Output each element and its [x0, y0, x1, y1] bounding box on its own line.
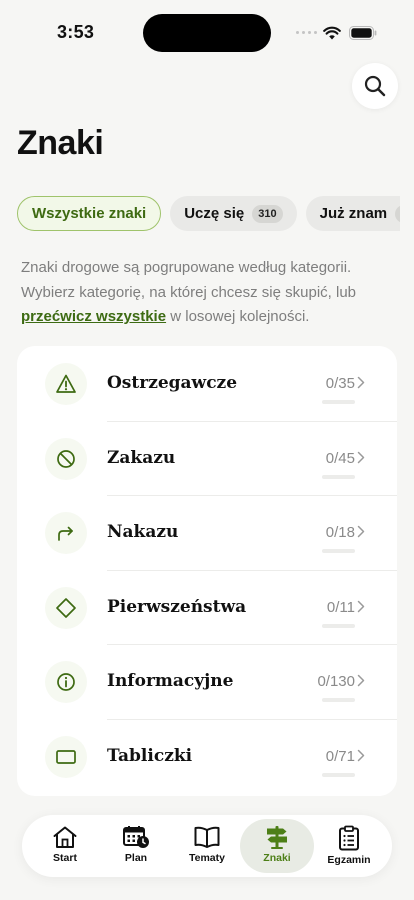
category-label: Ostrzegawcze: [107, 373, 238, 393]
wifi-icon: [323, 26, 341, 40]
category-label: Informacyjne: [107, 671, 234, 691]
category-row-ostrzegawcze[interactable]: Ostrzegawcze 0/35: [17, 346, 397, 421]
calendar-clock-icon: [123, 826, 149, 848]
category-row-zakazu[interactable]: Zakazu 0/45: [17, 420, 397, 496]
category-count: 0/130: [317, 673, 355, 690]
page-title: Znaki: [17, 124, 104, 162]
filter-chip-count: 310: [252, 204, 283, 223]
category-row-pierwszenstwa[interactable]: Pierwszeństwa 0/11: [17, 569, 397, 645]
category-count: 0/11: [326, 598, 355, 616]
category-progress-bar: [322, 698, 355, 702]
chevron-right-icon: [357, 600, 365, 612]
dynamic-island: [143, 14, 271, 52]
turn-right-arrow-icon: [58, 526, 73, 541]
category-progress-bar: [322, 474, 355, 479]
filter-overflow-mask: [400, 196, 414, 231]
chevron-right-icon: [357, 376, 365, 389]
category-count: 0/18: [325, 524, 355, 541]
category-progress-bar: [322, 400, 355, 404]
category-count: 0/35: [325, 375, 355, 392]
category-row-informacyjne[interactable]: Informacyjne 0/130: [17, 644, 397, 719]
description-text: Znaki drogowe są pogrupowane według kate…: [21, 259, 357, 301]
search-icon: [364, 75, 386, 97]
bottom-tab-bar: Start Plan Tematy Znaki Egzamin: [22, 815, 392, 877]
category-description: Znaki drogowe są pogrupowane według kate…: [21, 256, 391, 330]
rectangle-sign-icon: [56, 749, 76, 764]
diamond-icon: [56, 597, 76, 618]
filter-chip-label: Wszystkie znaki: [32, 205, 147, 222]
filter-chip-label: Uczę się: [184, 205, 245, 222]
category-label: Nakazu: [107, 522, 179, 542]
chevron-right-icon: [357, 749, 365, 761]
tab-label: Plan: [124, 852, 148, 864]
search-button[interactable]: [352, 63, 398, 109]
category-row-tabliczki[interactable]: Tabliczki 0/71: [17, 718, 397, 794]
practice-all-link[interactable]: przećwicz wszystkie: [21, 308, 166, 325]
tab-plan[interactable]: Plan: [99, 819, 173, 873]
category-label: Zakazu: [107, 447, 176, 468]
tab-znaki[interactable]: Znaki: [240, 819, 314, 873]
status-bar: 3:53: [0, 0, 414, 60]
categories-list: Ostrzegawcze 0/35 Zakazu 0/45 Nakazu 0/1…: [17, 346, 397, 796]
category-label: Tabliczki: [107, 745, 193, 766]
filter-chip-learning[interactable]: Uczę się 310: [170, 196, 297, 231]
tab-start[interactable]: Start: [28, 819, 102, 873]
prohibition-icon: [57, 449, 75, 468]
cellular-signal-icon: [296, 31, 317, 34]
signpost-icon: [267, 826, 287, 849]
tab-label: Znaki: [263, 852, 291, 864]
filter-chips: Wszystkie znaki Uczę się 310 Już znam 0: [17, 196, 414, 231]
category-label: Pierwszeństwa: [107, 596, 247, 617]
book-icon: [194, 826, 220, 848]
filter-chip-all[interactable]: Wszystkie znaki: [17, 196, 162, 231]
tab-tematy[interactable]: Tematy: [170, 819, 244, 873]
category-count: 0/71: [325, 747, 355, 765]
status-time: 3:53: [57, 22, 95, 42]
chevron-right-icon: [357, 674, 365, 687]
tab-label: Start: [53, 852, 77, 864]
clipboard-icon: [339, 825, 359, 851]
info-icon: [57, 673, 75, 691]
tab-egzamin[interactable]: Egzamin: [312, 819, 386, 873]
category-progress-bar: [322, 772, 355, 777]
description-text-end: w losowej kolejności.: [166, 308, 310, 325]
category-progress-bar: [322, 549, 355, 553]
tab-label: Egzamin: [327, 854, 371, 866]
battery-icon: [349, 26, 377, 40]
home-icon: [53, 826, 77, 848]
warning-triangle-icon: [56, 374, 76, 393]
chevron-right-icon: [357, 451, 365, 463]
category-count: 0/45: [325, 449, 355, 467]
chevron-right-icon: [357, 525, 365, 538]
tab-label: Tematy: [189, 852, 225, 864]
filter-chip-known[interactable]: Już znam 0: [305, 196, 414, 231]
category-row-nakazu[interactable]: Nakazu 0/18: [17, 495, 397, 570]
category-progress-bar: [322, 623, 355, 628]
filter-chip-label: Już znam: [319, 205, 388, 222]
